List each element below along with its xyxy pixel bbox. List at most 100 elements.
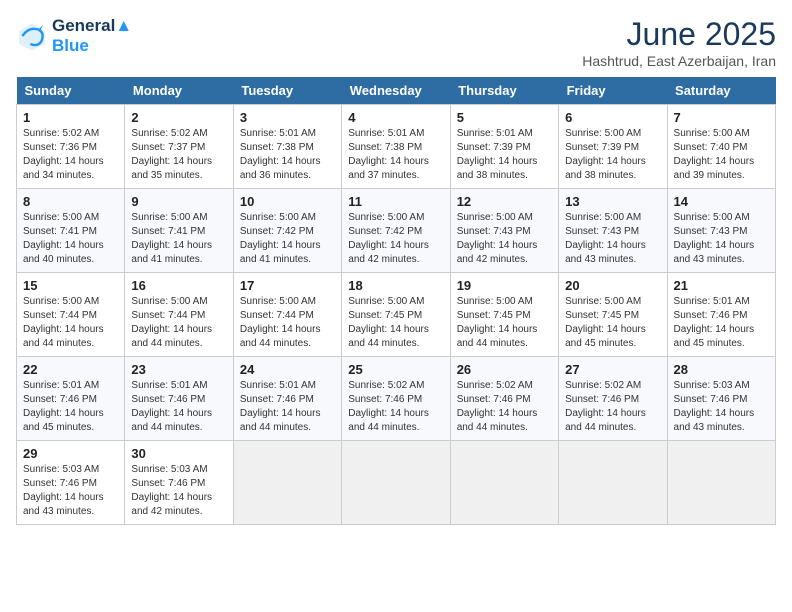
day-info: Sunrise: 5:00 AM Sunset: 7:45 PM Dayligh… <box>565 295 660 351</box>
table-row: 25 Sunrise: 5:02 AM Sunset: 7:46 PM Dayl… <box>342 357 450 441</box>
header-tuesday: Tuesday <box>233 77 341 105</box>
day-number: 5 <box>457 110 552 125</box>
day-number: 3 <box>240 110 335 125</box>
table-row: 1 Sunrise: 5:02 AM Sunset: 7:36 PM Dayli… <box>17 105 125 189</box>
table-row: 11 Sunrise: 5:00 AM Sunset: 7:42 PM Dayl… <box>342 189 450 273</box>
day-number: 1 <box>23 110 118 125</box>
table-row: 8 Sunrise: 5:00 AM Sunset: 7:41 PM Dayli… <box>17 189 125 273</box>
day-info: Sunrise: 5:00 AM Sunset: 7:41 PM Dayligh… <box>23 211 118 267</box>
table-row: 9 Sunrise: 5:00 AM Sunset: 7:41 PM Dayli… <box>125 189 233 273</box>
day-info: Sunrise: 5:00 AM Sunset: 7:44 PM Dayligh… <box>240 295 335 351</box>
day-number: 20 <box>565 278 660 293</box>
header-monday: Monday <box>125 77 233 105</box>
page-header: General▲ Blue June 2025 Hashtrud, East A… <box>16 16 776 69</box>
table-row <box>559 441 667 525</box>
day-number: 22 <box>23 362 118 377</box>
logo-icon <box>16 20 48 52</box>
table-row: 30 Sunrise: 5:03 AM Sunset: 7:46 PM Dayl… <box>125 441 233 525</box>
day-number: 15 <box>23 278 118 293</box>
day-number: 23 <box>131 362 226 377</box>
day-number: 9 <box>131 194 226 209</box>
table-row: 17 Sunrise: 5:00 AM Sunset: 7:44 PM Dayl… <box>233 273 341 357</box>
calendar-table: Sunday Monday Tuesday Wednesday Thursday… <box>16 77 776 525</box>
week-row-4: 22 Sunrise: 5:01 AM Sunset: 7:46 PM Dayl… <box>17 357 776 441</box>
table-row: 6 Sunrise: 5:00 AM Sunset: 7:39 PM Dayli… <box>559 105 667 189</box>
day-info: Sunrise: 5:03 AM Sunset: 7:46 PM Dayligh… <box>131 463 226 519</box>
table-row: 22 Sunrise: 5:01 AM Sunset: 7:46 PM Dayl… <box>17 357 125 441</box>
day-info: Sunrise: 5:02 AM Sunset: 7:46 PM Dayligh… <box>457 379 552 435</box>
month-title: June 2025 <box>582 16 776 53</box>
day-info: Sunrise: 5:02 AM Sunset: 7:46 PM Dayligh… <box>348 379 443 435</box>
table-row: 23 Sunrise: 5:01 AM Sunset: 7:46 PM Dayl… <box>125 357 233 441</box>
day-info: Sunrise: 5:00 AM Sunset: 7:45 PM Dayligh… <box>348 295 443 351</box>
day-info: Sunrise: 5:00 AM Sunset: 7:42 PM Dayligh… <box>240 211 335 267</box>
table-row: 24 Sunrise: 5:01 AM Sunset: 7:46 PM Dayl… <box>233 357 341 441</box>
header-saturday: Saturday <box>667 77 775 105</box>
logo-text: General▲ Blue <box>52 16 132 57</box>
day-number: 21 <box>674 278 769 293</box>
table-row: 3 Sunrise: 5:01 AM Sunset: 7:38 PM Dayli… <box>233 105 341 189</box>
day-info: Sunrise: 5:00 AM Sunset: 7:45 PM Dayligh… <box>457 295 552 351</box>
day-number: 14 <box>674 194 769 209</box>
header-sunday: Sunday <box>17 77 125 105</box>
table-row <box>450 441 558 525</box>
day-info: Sunrise: 5:00 AM Sunset: 7:43 PM Dayligh… <box>674 211 769 267</box>
table-row: 21 Sunrise: 5:01 AM Sunset: 7:46 PM Dayl… <box>667 273 775 357</box>
day-info: Sunrise: 5:01 AM Sunset: 7:46 PM Dayligh… <box>131 379 226 435</box>
table-row: 28 Sunrise: 5:03 AM Sunset: 7:46 PM Dayl… <box>667 357 775 441</box>
table-row: 20 Sunrise: 5:00 AM Sunset: 7:45 PM Dayl… <box>559 273 667 357</box>
week-row-3: 15 Sunrise: 5:00 AM Sunset: 7:44 PM Dayl… <box>17 273 776 357</box>
day-number: 28 <box>674 362 769 377</box>
day-number: 19 <box>457 278 552 293</box>
day-info: Sunrise: 5:00 AM Sunset: 7:43 PM Dayligh… <box>565 211 660 267</box>
day-number: 13 <box>565 194 660 209</box>
day-number: 11 <box>348 194 443 209</box>
day-number: 12 <box>457 194 552 209</box>
table-row: 29 Sunrise: 5:03 AM Sunset: 7:46 PM Dayl… <box>17 441 125 525</box>
day-number: 25 <box>348 362 443 377</box>
day-info: Sunrise: 5:01 AM Sunset: 7:38 PM Dayligh… <box>348 127 443 183</box>
day-info: Sunrise: 5:01 AM Sunset: 7:46 PM Dayligh… <box>240 379 335 435</box>
day-number: 16 <box>131 278 226 293</box>
location-subtitle: Hashtrud, East Azerbaijan, Iran <box>582 53 776 69</box>
table-row: 27 Sunrise: 5:02 AM Sunset: 7:46 PM Dayl… <box>559 357 667 441</box>
table-row: 7 Sunrise: 5:00 AM Sunset: 7:40 PM Dayli… <box>667 105 775 189</box>
table-row <box>342 441 450 525</box>
day-number: 26 <box>457 362 552 377</box>
table-row: 19 Sunrise: 5:00 AM Sunset: 7:45 PM Dayl… <box>450 273 558 357</box>
table-row: 4 Sunrise: 5:01 AM Sunset: 7:38 PM Dayli… <box>342 105 450 189</box>
day-info: Sunrise: 5:02 AM Sunset: 7:37 PM Dayligh… <box>131 127 226 183</box>
day-info: Sunrise: 5:00 AM Sunset: 7:41 PM Dayligh… <box>131 211 226 267</box>
day-number: 17 <box>240 278 335 293</box>
table-row: 2 Sunrise: 5:02 AM Sunset: 7:37 PM Dayli… <box>125 105 233 189</box>
table-row: 10 Sunrise: 5:00 AM Sunset: 7:42 PM Dayl… <box>233 189 341 273</box>
day-info: Sunrise: 5:01 AM Sunset: 7:38 PM Dayligh… <box>240 127 335 183</box>
day-info: Sunrise: 5:01 AM Sunset: 7:46 PM Dayligh… <box>674 295 769 351</box>
table-row: 13 Sunrise: 5:00 AM Sunset: 7:43 PM Dayl… <box>559 189 667 273</box>
day-number: 10 <box>240 194 335 209</box>
day-number: 2 <box>131 110 226 125</box>
title-area: June 2025 Hashtrud, East Azerbaijan, Ira… <box>582 16 776 69</box>
header-wednesday: Wednesday <box>342 77 450 105</box>
day-info: Sunrise: 5:00 AM Sunset: 7:42 PM Dayligh… <box>348 211 443 267</box>
header-friday: Friday <box>559 77 667 105</box>
day-number: 7 <box>674 110 769 125</box>
day-info: Sunrise: 5:01 AM Sunset: 7:39 PM Dayligh… <box>457 127 552 183</box>
logo: General▲ Blue <box>16 16 132 57</box>
day-number: 29 <box>23 446 118 461</box>
day-info: Sunrise: 5:00 AM Sunset: 7:44 PM Dayligh… <box>131 295 226 351</box>
week-row-5: 29 Sunrise: 5:03 AM Sunset: 7:46 PM Dayl… <box>17 441 776 525</box>
table-row <box>233 441 341 525</box>
table-row: 18 Sunrise: 5:00 AM Sunset: 7:45 PM Dayl… <box>342 273 450 357</box>
day-number: 24 <box>240 362 335 377</box>
week-row-2: 8 Sunrise: 5:00 AM Sunset: 7:41 PM Dayli… <box>17 189 776 273</box>
table-row: 12 Sunrise: 5:00 AM Sunset: 7:43 PM Dayl… <box>450 189 558 273</box>
day-number: 4 <box>348 110 443 125</box>
day-info: Sunrise: 5:00 AM Sunset: 7:43 PM Dayligh… <box>457 211 552 267</box>
header-thursday: Thursday <box>450 77 558 105</box>
weekday-header-row: Sunday Monday Tuesday Wednesday Thursday… <box>17 77 776 105</box>
day-number: 6 <box>565 110 660 125</box>
day-number: 8 <box>23 194 118 209</box>
table-row <box>667 441 775 525</box>
day-info: Sunrise: 5:03 AM Sunset: 7:46 PM Dayligh… <box>674 379 769 435</box>
